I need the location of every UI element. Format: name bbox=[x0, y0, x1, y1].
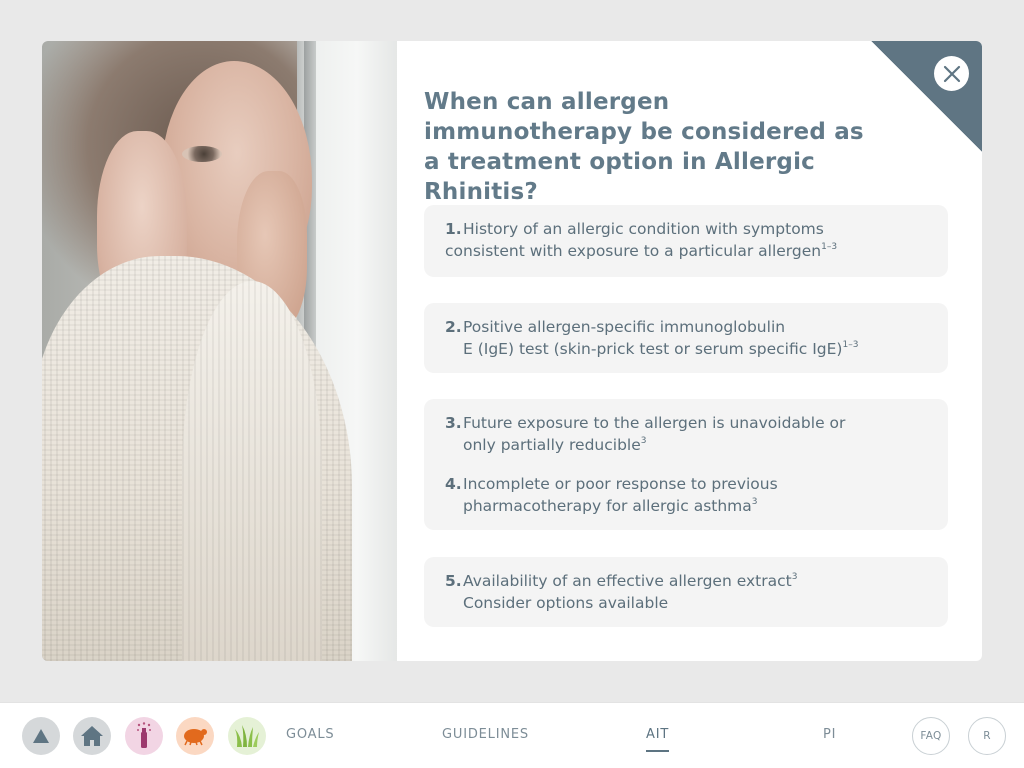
home-button[interactable] bbox=[73, 717, 111, 755]
criterion-3: 3. Future exposure to the allergen is un… bbox=[445, 412, 927, 456]
criterion-2: 2. Positive allergen-specific immunoglob… bbox=[445, 316, 927, 360]
reference-superscript: 3 bbox=[751, 497, 758, 507]
reference-superscript: 1–3 bbox=[821, 242, 838, 252]
criterion-line-2-text: only partially reducible bbox=[463, 436, 641, 454]
criterion-line-1: Positive allergen-specific immunoglobuli… bbox=[463, 318, 786, 336]
up-arrow-icon bbox=[33, 729, 49, 743]
close-button[interactable] bbox=[934, 56, 969, 91]
criterion-line-2: consistent with exposure to a particular… bbox=[445, 240, 927, 262]
criterion-1: 1. History of an allergic condition with… bbox=[445, 218, 927, 262]
criterion-number: 1. bbox=[445, 220, 462, 238]
criterion-line-1: Availability of an effective allergen ex… bbox=[463, 570, 927, 592]
dust-mite-icon bbox=[184, 729, 207, 746]
criterion-4: 4. Incomplete or poor response to previo… bbox=[445, 473, 927, 517]
criterion-line-1-text: Availability of an effective allergen ex… bbox=[463, 572, 792, 590]
dust-mite-button[interactable] bbox=[176, 717, 214, 755]
criterion-line-1: Future exposure to the allergen is unavo… bbox=[463, 414, 846, 432]
criteria-card-4: 5. Availability of an effective allergen… bbox=[424, 557, 948, 627]
pollen-button[interactable] bbox=[125, 717, 163, 755]
woman-by-window-photo bbox=[42, 41, 397, 661]
corner-accent bbox=[871, 41, 982, 152]
modal-heading: When can allergen immunotherapy be consi… bbox=[424, 89, 864, 205]
pollen-bottle-icon bbox=[137, 722, 151, 748]
criterion-line-2-text: consistent with exposure to a particular… bbox=[445, 242, 822, 260]
faq-button[interactable]: FAQ bbox=[912, 717, 950, 755]
criterion-number: 5. bbox=[445, 572, 462, 590]
close-icon bbox=[943, 65, 960, 82]
criterion-line-2: only partially reducible3 bbox=[463, 434, 927, 456]
criterion-line-1: History of an allergic condition with sy… bbox=[463, 220, 824, 238]
criterion-line-1: Incomplete or poor response to previous bbox=[463, 475, 778, 493]
nav-ait[interactable]: AIT bbox=[646, 727, 670, 752]
criteria-card-3: 3. Future exposure to the allergen is un… bbox=[424, 399, 948, 530]
references-button[interactable]: R bbox=[968, 717, 1006, 755]
reference-superscript: 3 bbox=[791, 572, 798, 582]
home-icon bbox=[81, 726, 103, 746]
criterion-5: 5. Availability of an effective allergen… bbox=[445, 570, 927, 614]
nav-guidelines[interactable]: GUIDELINES bbox=[442, 727, 529, 742]
reference-superscript: 3 bbox=[640, 436, 647, 446]
criteria-card-1: 1. History of an allergic condition with… bbox=[424, 205, 948, 277]
criterion-number: 4. bbox=[445, 475, 462, 493]
bottom-navigation: GOALS GUIDELINES AIT PI FAQ R bbox=[0, 702, 1024, 768]
nav-pi[interactable]: PI bbox=[823, 727, 836, 742]
criterion-line-2: pharmacotherapy for allergic asthma3 bbox=[463, 495, 927, 517]
up-button[interactable] bbox=[22, 717, 60, 755]
criteria-card-2: 2. Positive allergen-specific immunoglob… bbox=[424, 303, 948, 373]
criterion-line-2: Consider options available bbox=[463, 594, 669, 612]
criterion-line-2: E (IgE) test (skin-prick test or serum s… bbox=[463, 338, 927, 360]
grass-icon bbox=[235, 725, 259, 747]
ait-modal: When can allergen immunotherapy be consi… bbox=[42, 41, 982, 661]
criterion-number: 2. bbox=[445, 318, 462, 336]
criterion-line-2-text: E (IgE) test (skin-prick test or serum s… bbox=[463, 340, 843, 358]
nav-goals[interactable]: GOALS bbox=[286, 727, 334, 742]
reference-superscript: 1–3 bbox=[842, 340, 859, 350]
grass-button[interactable] bbox=[228, 717, 266, 755]
criterion-line-2-text: pharmacotherapy for allergic asthma bbox=[463, 497, 752, 515]
criterion-number: 3. bbox=[445, 414, 462, 432]
